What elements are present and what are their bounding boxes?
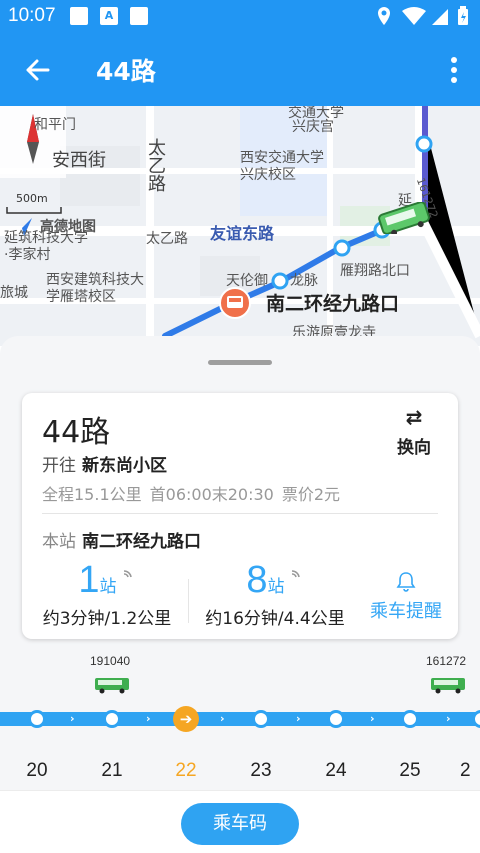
signal-icon [432,9,448,25]
stop-number-current[interactable]: 22 [166,760,206,782]
route-map[interactable]: 和平门 安西街 太乙路 交通大学 兴庆宫 西安交通大学兴庆校区 延 161272… [0,106,480,346]
stop-node[interactable] [327,710,345,728]
eta-time-distance: 约16分钟/4.4公里 [205,609,345,629]
eta-bus-2: 8站 约16分钟/4.4公里 [190,559,360,629]
eta-stop-count: 8 [246,559,268,601]
reminder-label: 乘车提醒 [370,601,442,622]
bell-icon [396,572,416,592]
map-label: 西安交通大学兴庆校区 [240,150,324,183]
map-label: 和平门 [34,117,76,133]
bottom-sheet: 44路 开往 新东尚小区 全程15.1公里 首06:00末20:30 票价2元 ⇄ 换… [0,336,480,853]
stop-number[interactable]: 23 [241,760,281,782]
eta-bus-1: 1站 约3分钟/1.2公里 [22,559,192,629]
map-stop-name: 南二环经九路口 [266,293,400,315]
page-title: 44路 [96,57,156,86]
map-label: 延筑科技大学·李家村 [4,230,88,263]
realtime-signal-icon [123,570,132,578]
bus-plate: 191040 [90,654,131,668]
stop-number[interactable]: 20 [17,760,57,782]
this-stop-value: 南二环经九路口 [82,532,201,552]
ride-reminder-button[interactable]: 乘车提醒 [364,571,448,623]
direction-chevron-icon: › [370,712,375,725]
route-name: 44路 [42,415,111,450]
direction-chevron-icon: › [446,712,451,725]
notification-icon [130,7,148,25]
realtime-signal-icon [291,570,300,578]
ride-code-button[interactable]: 乘车码 [181,803,299,845]
current-stop-node-icon[interactable]: ➔ [173,706,199,732]
map-label: 太乙路 [146,231,188,247]
direction-chevron-icon: › [70,712,75,725]
stop-number[interactable]: 2 [460,760,480,782]
direction-chevron-icon: › [220,712,225,725]
bottom-bar: 乘车码 [0,790,480,853]
destination-value: 新东尚小区 [82,456,167,476]
fare: 票价2元 [281,485,341,504]
direction-chevron-icon: › [146,712,151,725]
map-label: 安西街 [52,150,106,171]
map-label: 西安建筑科技大学雁塔校区 [46,272,144,305]
eta-stop-unit: 站 [267,577,285,597]
location-icon [378,7,390,25]
stop-number[interactable]: 21 [92,760,132,782]
map-label: 龙脉 [290,273,318,289]
stop-node[interactable] [28,710,46,728]
reverse-direction-button[interactable]: ⇄ 换向 [392,407,436,458]
bus-plate: 161272 [426,654,467,668]
bus-marker-icon[interactable] [376,202,432,234]
map-label: 兴庆宫 [292,119,334,135]
map-label: 太乙路 [145,138,166,192]
direction-chevron-icon: › [296,712,301,725]
eta-time-distance: 约3分钟/1.2公里 [42,609,172,629]
bus-icon[interactable] [430,676,466,694]
eta-stop-count: 1 [78,559,100,601]
reverse-label: 换向 [397,438,431,458]
map-scale: 500m [6,192,62,214]
stop-number[interactable]: 24 [316,760,356,782]
eta-divider [188,579,189,623]
bus-icon[interactable] [94,676,130,694]
route-card: 44路 开往 新东尚小区 全程15.1公里 首06:00末20:30 票价2元 ⇄ 换… [22,393,458,639]
this-stop-label: 本站 [42,532,76,552]
battery-icon [458,6,468,25]
notification-icon [70,7,88,25]
eta-stop-unit: 站 [99,577,117,597]
stop-node[interactable] [103,710,121,728]
back-arrow-icon[interactable] [18,50,58,90]
status-bar: 10:07 A [0,0,480,32]
swap-icon: ⇄ [405,405,423,429]
stop-number[interactable]: 25 [390,760,430,782]
status-time: 10:07 [8,5,56,26]
wifi-icon [402,7,426,25]
this-stop-row: 本站 南二环经九路口 [42,527,201,552]
map-label: 友谊东路 [210,224,275,243]
divider [42,513,438,514]
service-hours: 首06:00末20:30 [149,485,274,504]
drag-handle[interactable] [208,360,272,365]
app-bar: 44路 [0,32,480,106]
destination-label: 开往 [42,456,76,476]
notification-a-icon: A [100,7,118,25]
stop-node[interactable] [401,710,419,728]
map-label: 旅城 [0,285,28,301]
current-stop-marker-icon[interactable] [218,286,252,324]
stop-node[interactable] [252,710,270,728]
map-label: 雁翔路北口 [340,263,410,279]
destination-row: 开往 新东尚小区 [42,451,167,476]
route-info: 全程15.1公里 首06:00末20:30 票价2元 [42,481,348,505]
total-distance: 全程15.1公里 [42,485,142,504]
status-icons [378,6,468,25]
more-menu-icon[interactable] [442,52,466,88]
